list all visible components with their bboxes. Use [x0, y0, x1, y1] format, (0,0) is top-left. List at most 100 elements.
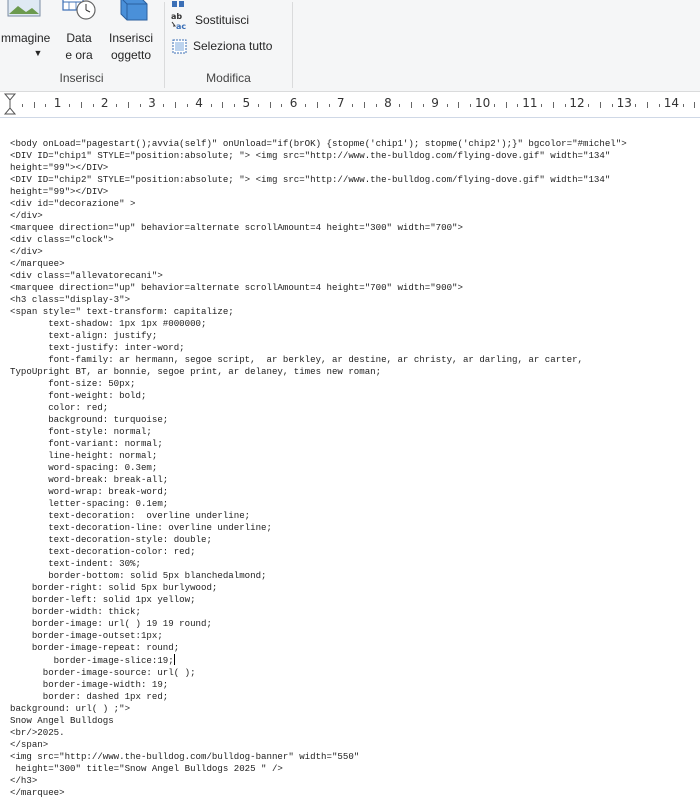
replace-button[interactable]: ab ac Sostituisci	[171, 10, 250, 31]
svg-text:ac: ac	[176, 22, 186, 31]
ruler-number: 7	[336, 96, 345, 110]
document-line: <div class="clock">	[10, 234, 114, 245]
ruler-tick	[458, 102, 460, 108]
document-line: border-image-source: url( );	[10, 667, 196, 678]
document-line: font-variant: normal;	[10, 438, 163, 449]
ruler-tick	[33, 102, 35, 108]
calendar-clock-icon	[62, 0, 96, 20]
document-line: font-size: 50px;	[10, 378, 136, 389]
image-button[interactable]: Immagine ▼	[0, 0, 54, 59]
ruler-tick	[69, 103, 70, 107]
ruler-tick	[187, 103, 188, 107]
ruler-tick	[423, 103, 424, 107]
document-line: font-weight: bold;	[10, 390, 147, 401]
document-line: text-decoration: overline underline;	[10, 510, 251, 521]
ruler-tick	[210, 103, 212, 107]
ruler-tick	[564, 103, 566, 107]
insert-object-label-1: Inserisci	[108, 31, 153, 45]
ruler-tick	[611, 103, 613, 107]
document-line: </div>	[10, 246, 43, 257]
document-line: <marquee direction="up" behavior=alterna…	[10, 222, 463, 233]
document-line: height="99"></DIV>	[10, 186, 109, 197]
document-line: border-right: solid 5px burlywood;	[10, 582, 218, 593]
ruler-tick	[257, 103, 259, 107]
insert-group-label: Inserisci	[59, 71, 104, 85]
ruler-tick	[493, 103, 495, 107]
ruler-tick	[316, 102, 318, 108]
document-area[interactable]: <body onLoad="pagestart();avvia(self)" o…	[0, 118, 700, 800]
ruler-number: 9	[431, 96, 439, 110]
ruler-number: 8	[384, 96, 392, 110]
ruler-tick	[92, 103, 94, 107]
insert-object-label-2: oggetto	[110, 48, 152, 62]
ruler-number: 13	[616, 96, 632, 110]
ruler-number: 14	[663, 96, 680, 110]
document-line: text-indent: 30%;	[10, 558, 141, 569]
ruler-tick	[234, 103, 236, 107]
edit-group-label: Modifica	[206, 71, 251, 85]
edit-group: ab ac Sostituisci Seleziona tutto Modifi…	[165, 0, 292, 91]
ruler-tick	[399, 103, 401, 107]
ruler-number: 2	[100, 96, 109, 110]
document-text[interactable]: <body onLoad="pagestart();avvia(self)" o…	[10, 138, 627, 799]
select-all-label: Seleziona tutto	[193, 39, 273, 53]
datetime-button[interactable]: Data e ora	[56, 0, 102, 64]
document-line: border-image: url( ) 19 19 round;	[10, 618, 212, 629]
document-line: height="300" title="Snow Angel Bulldogs …	[10, 763, 283, 774]
select-all-icon	[172, 39, 187, 54]
document-line: font-style: normal;	[10, 426, 152, 437]
svg-text:ab: ab	[171, 12, 182, 21]
document-line: <body onLoad="pagestart();avvia(self)" o…	[10, 138, 627, 149]
document-line: line-height: normal;	[10, 450, 158, 461]
ruler-number: 6	[289, 96, 298, 110]
ruler-number: 11	[522, 96, 538, 110]
ruler-tick	[364, 102, 365, 108]
ribbon: Immagine ▼ Data e ora Inserisci oggetto …	[0, 0, 700, 92]
document-line: text-decoration-line: overline underline…	[10, 522, 272, 533]
ruler-tick	[163, 103, 165, 107]
ruler-tick	[116, 103, 118, 107]
ruler-number: 10	[475, 96, 491, 110]
document-line: border: dashed 1px red;	[10, 691, 169, 702]
ruler-tick	[139, 103, 141, 107]
document-line: border-image-repeat: round;	[10, 642, 180, 653]
ruler-tick	[541, 103, 542, 107]
ruler-tick	[600, 102, 601, 108]
ruler-tick	[682, 103, 684, 107]
document-line: border-left: solid 1px yellow;	[10, 594, 196, 605]
image-button-label: Immagine	[0, 31, 51, 45]
picture-icon	[7, 0, 41, 17]
document-line: <br/>2025.	[10, 727, 65, 738]
document-line: <div id="decorazione" >	[10, 198, 136, 209]
ruler-tick	[21, 103, 23, 107]
document-line: <img src="http://www.the-bulldog.com/bul…	[10, 751, 360, 762]
ruler: 1 2 3 4 5 6 7 8 9 10 11 12 13 14	[0, 92, 700, 118]
ruler-tick	[80, 102, 82, 108]
ruler-tick	[375, 103, 377, 107]
ruler-tick	[222, 102, 224, 108]
ruler-tick	[328, 103, 330, 107]
document-line: <DIV ID="chip1" STYLE="position:absolute…	[10, 150, 611, 161]
ruler-tick	[352, 103, 354, 107]
document-line: text-shadow: 1px 1px #000000;	[10, 318, 207, 329]
document-line: </marquee>	[10, 258, 65, 269]
document-line: border-image-width: 19;	[10, 679, 169, 690]
ruler-tick	[517, 103, 519, 107]
document-line: </div>	[10, 210, 43, 221]
ruler-tick	[588, 103, 590, 107]
indent-marker-icon[interactable]	[3, 92, 17, 117]
document-line: text-decoration-color: red;	[10, 546, 196, 557]
select-all-button[interactable]: Seleziona tutto	[171, 36, 272, 56]
replace-label: Sostituisci	[195, 13, 250, 27]
insert-object-button[interactable]: Inserisci oggetto	[104, 0, 158, 64]
document-line: <marquee direction="up" behavior=alterna…	[10, 282, 463, 293]
ruler-tick	[269, 102, 271, 108]
document-line: <div class="allevatorecani">	[10, 270, 163, 281]
document-line: word-wrap: break-word;	[10, 486, 169, 497]
document-line: word-break: break-all;	[10, 474, 169, 485]
document-line: height="99"></DIV>	[10, 162, 109, 173]
document-line: TypoUpright BT, ar bonnie, segoe print, …	[10, 366, 382, 377]
datetime-label-1: Data	[66, 31, 92, 45]
document-line: word-spacing: 0.3em;	[10, 462, 158, 473]
chevron-down-icon: ▼	[33, 48, 43, 58]
